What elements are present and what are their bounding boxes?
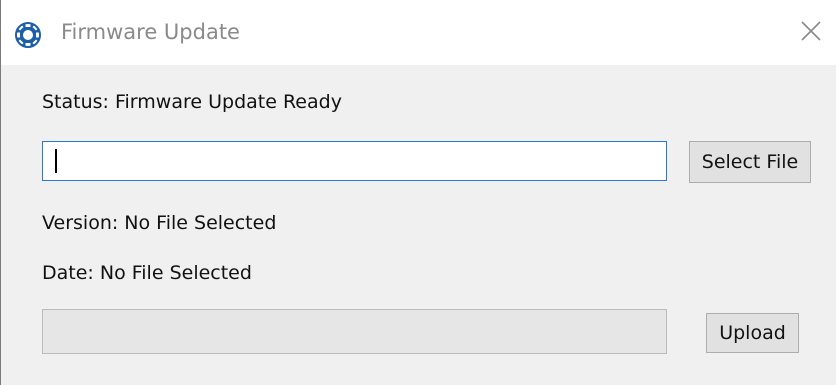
window-title: Firmware Update xyxy=(61,20,240,44)
firmware-update-window: Firmware Update Status: Firmware Update … xyxy=(0,0,836,385)
file-path-input[interactable] xyxy=(42,141,667,181)
select-file-button[interactable]: Select File xyxy=(689,141,811,183)
title-bar: Firmware Update xyxy=(1,0,836,65)
version-label: Version: No File Selected xyxy=(42,212,277,234)
text-caret xyxy=(55,149,57,173)
close-icon xyxy=(800,20,822,46)
upload-progress-bar xyxy=(42,309,667,354)
app-logo-icon xyxy=(13,20,49,50)
upload-button[interactable]: Upload xyxy=(706,313,799,353)
status-label: Status: Firmware Update Ready xyxy=(42,91,342,113)
date-label: Date: No File Selected xyxy=(42,262,252,284)
dialog-content: Status: Firmware Update Ready Select Fil… xyxy=(1,65,836,385)
close-button[interactable] xyxy=(791,14,831,52)
